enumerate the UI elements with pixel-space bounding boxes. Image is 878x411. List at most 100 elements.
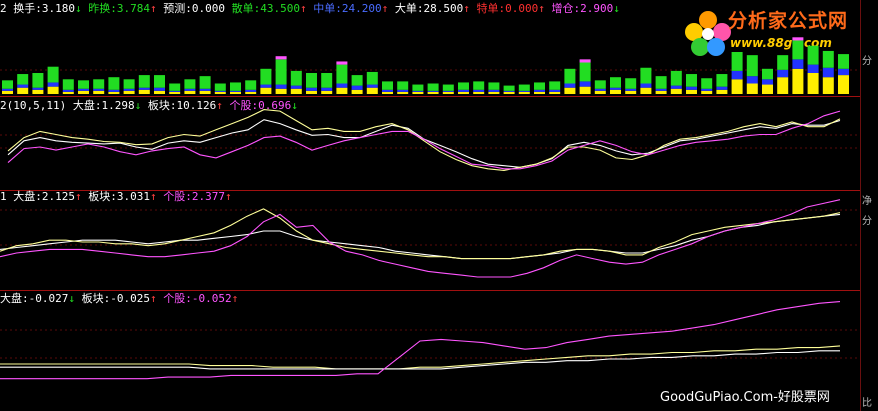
volume-bar-segment	[579, 81, 591, 87]
volume-bar-segment	[625, 78, 637, 89]
volume-bar-segment	[777, 55, 789, 70]
volume-bar-segment	[321, 73, 333, 88]
panel1-magenta-line	[7, 110, 841, 170]
volume-bar-segment	[336, 83, 348, 88]
volume-bar-segment	[214, 90, 226, 92]
volume-bar-segment	[564, 87, 576, 94]
volume-bar-segment	[138, 87, 150, 90]
volume-bar-segment	[138, 75, 150, 88]
volume-bar-segment	[731, 70, 743, 80]
volume-bar-segment	[382, 91, 393, 94]
volume-bar-segment	[503, 91, 515, 94]
volume-bar-segment	[822, 77, 834, 94]
volume-bar-segment	[336, 61, 348, 65]
edge-label: 分	[862, 56, 872, 67]
volume-bar-segment	[807, 64, 819, 73]
volume-bar-segment	[230, 82, 241, 91]
volume-bar-segment	[503, 90, 515, 92]
volume-bar-segment	[716, 89, 728, 94]
volume-bar-segment	[610, 77, 621, 88]
volume-bar-segment	[32, 89, 44, 94]
volume-bar-segment	[351, 75, 363, 86]
volume-bar-segment	[701, 90, 713, 94]
volume-bar-segment	[792, 59, 804, 69]
volume-bar-segment	[655, 88, 667, 91]
volume-bar-segment	[214, 83, 226, 91]
volume-bar-segment	[275, 56, 287, 60]
volume-bar-segment	[230, 90, 241, 92]
volume-bar-segment	[549, 89, 561, 92]
volume-bar-segment	[306, 87, 317, 91]
volume-bar-segment	[625, 88, 637, 91]
volume-bar-segment	[47, 82, 59, 87]
volume-bar-segment	[290, 85, 302, 89]
volume-bar-segment	[108, 89, 120, 92]
chart-canvas	[0, 37, 860, 380]
volume-bar-segment	[792, 40, 804, 60]
volume-bar-segment	[564, 83, 576, 88]
volume-bar-segment	[442, 91, 454, 94]
volume-bar-segment	[275, 84, 287, 89]
volume-bar-segment	[458, 82, 469, 90]
volume-bar-segment	[670, 85, 682, 89]
edge-label: 分	[862, 216, 872, 227]
volume-bar-segment	[366, 84, 378, 88]
volume-bar-segment	[154, 90, 165, 94]
volume-bar-segment	[93, 90, 105, 94]
volume-bar-segment	[123, 88, 135, 91]
volume-bar-segment	[275, 59, 287, 85]
volume-bar-segment	[822, 50, 834, 68]
volume-bar-segment	[184, 90, 196, 94]
volume-bar-segment	[625, 90, 637, 94]
volume-bar-segment	[762, 79, 773, 85]
volume-bar-segment	[290, 88, 302, 94]
volume-bar-segment	[594, 90, 606, 94]
volume-bar-segment	[686, 74, 697, 87]
volume-bar-segment	[701, 88, 713, 91]
volume-bar-segment	[534, 82, 545, 90]
volume-bar-segment	[610, 87, 621, 90]
volume-bar-segment	[336, 64, 348, 84]
volume-bar-segment	[594, 80, 606, 89]
volume-bar-segment	[670, 70, 682, 86]
volume-bar-segment	[640, 87, 652, 94]
volume-bar-segment	[655, 90, 667, 94]
volume-bar-segment	[275, 88, 287, 94]
volume-bar-segment	[62, 79, 74, 90]
volume-bar-segment	[184, 79, 196, 89]
volume-bar-segment	[488, 82, 500, 90]
volume-bar-segment	[762, 84, 773, 94]
volume-bar-segment	[838, 54, 849, 69]
volume-bar-segment	[321, 90, 333, 94]
volume-bar-segment	[412, 84, 424, 91]
volume-bar-segment	[640, 83, 652, 88]
volume-bar-segment	[123, 79, 135, 89]
volume-bar-segment	[427, 91, 439, 94]
volume-bar-segment	[716, 74, 728, 87]
watermark: GoodGuPiao.Com-好股票网	[660, 390, 830, 405]
volume-bar-segment	[47, 86, 59, 94]
volume-bar-segment	[458, 89, 469, 92]
volume-bar-segment	[366, 71, 378, 85]
volume-bar-segment	[731, 79, 743, 94]
volume-bar-segment	[78, 88, 89, 91]
volume-bar-segment	[412, 91, 424, 94]
volume-bar-segment	[473, 81, 485, 90]
volume-bar-segment	[169, 91, 181, 94]
volume-bar-segment	[549, 91, 561, 94]
volume-bar-segment	[78, 80, 89, 89]
volume-bar-segment	[93, 88, 105, 91]
volume-bar-segment	[746, 55, 758, 77]
volume-bar-segment	[473, 89, 485, 92]
edge-label: 比	[862, 398, 872, 409]
volume-bar-segment	[199, 88, 211, 91]
volume-bar-segment	[777, 69, 789, 78]
volume-bar-segment	[746, 83, 758, 94]
volume-bar-segment	[62, 91, 74, 94]
volume-bar-segment	[245, 80, 257, 90]
volume-bar-segment	[336, 87, 348, 94]
volume-bar-segment	[822, 67, 834, 78]
volume-bar-segment	[610, 89, 621, 94]
volume-bar-segment	[594, 88, 606, 91]
volume-bar-segment	[458, 91, 469, 94]
